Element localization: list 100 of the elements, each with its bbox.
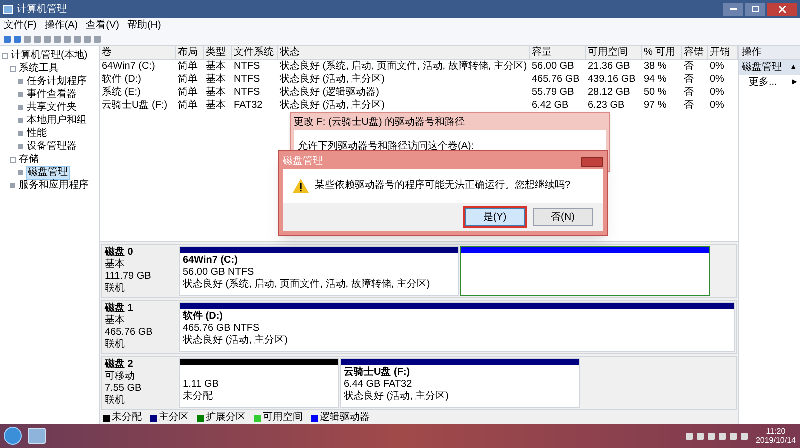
close-button[interactable]	[767, 2, 797, 16]
partition-status: 状态良好 (活动, 主分区)	[183, 335, 289, 347]
table-cell-text: 状态良好 (活动, 主分区)	[279, 99, 386, 112]
tree-item[interactable]: 磁盘管理	[26, 166, 70, 180]
table-cell-text: 软件 (D:)	[101, 73, 142, 86]
table-cell-text: 0%	[709, 73, 726, 86]
table-cell-text: 94 %	[643, 73, 668, 86]
tree-item[interactable]: 共享文件夹	[26, 102, 78, 114]
tree-item[interactable]: 存储	[18, 154, 40, 166]
node-icon	[18, 118, 23, 123]
table-cell-text: 基本	[205, 73, 227, 86]
legend-label: 逻辑驱动器	[320, 412, 370, 424]
column-header[interactable]: % 可用	[642, 46, 682, 59]
column-header[interactable]: 类型	[204, 46, 232, 59]
table-cell-text: 64Win7 (C:)	[101, 60, 156, 73]
menu-item[interactable]: 查看(V)	[86, 20, 120, 32]
legend-label: 可用空间	[263, 412, 303, 424]
partition-status: 状态良好 (系统, 启动, 页面文件, 活动, 故障转储, 主分区)	[183, 279, 432, 291]
table-cell-text: 简单	[177, 60, 199, 73]
dialog-title: 磁盘管理	[283, 156, 323, 168]
partition-status: 状态良好 (活动, 主分区)	[344, 391, 450, 403]
table-cell-text: 云骑士U盘 (F:)	[101, 99, 169, 112]
partition-block[interactable]: 云骑士U盘 (F:) 6.44 GB FAT32 状态良好 (活动, 主分区)	[340, 358, 580, 408]
table-cell-text: 基本	[205, 99, 227, 112]
dialog-button[interactable]: 是(Y)	[465, 208, 525, 226]
table-cell-text: NTFS	[233, 86, 262, 99]
legend-label: 主分区	[159, 412, 189, 424]
tree-item[interactable]: 系统工具	[18, 62, 60, 74]
clock-time: 11:20	[766, 427, 786, 436]
table-cell-text: 55.79 GB	[531, 86, 576, 99]
table-cell-text: 0%	[709, 60, 726, 73]
legend-label: 未分配	[112, 412, 142, 424]
maximize-button[interactable]	[745, 2, 765, 16]
table-cell-text: 系统 (E:)	[101, 86, 142, 99]
table-cell-text: 状态良好 (逻辑驱动器)	[279, 86, 380, 99]
table-cell-text: 简单	[177, 86, 199, 99]
partition-block[interactable]: 64Win7 (C:) 56.00 GB NTFS 状态良好 (系统, 启动, 页面文件, 活动, 故障转储, 主分区)	[179, 246, 459, 296]
tree-item[interactable]: 任务计划程序	[26, 76, 88, 88]
column-header[interactable]: 容错	[682, 46, 708, 59]
table-cell-text: 0%	[709, 86, 726, 99]
dialog-button[interactable]: 否(N)	[533, 208, 593, 226]
partition-block[interactable]: 软件 (D:) 465.76 GB NTFS 状态良好 (活动, 主分区)	[179, 302, 735, 352]
clock-date: 2019/10/14	[756, 436, 796, 445]
tree-item[interactable]: 事件查看器	[26, 88, 78, 100]
partition-block[interactable]: 1.11 GB 未分配	[179, 358, 339, 408]
minimize-button[interactable]	[723, 2, 743, 16]
menu-item[interactable]: 帮助(H)	[127, 20, 162, 32]
disk-type: 基本	[105, 315, 126, 327]
column-header[interactable]: 状态	[278, 46, 530, 59]
node-icon	[18, 92, 23, 97]
partition-size: 6.44 GB FAT32	[344, 379, 414, 390]
disk-status: 联机	[105, 283, 126, 295]
tree-item[interactable]: 计算机管理(本地)	[10, 50, 89, 62]
column-header[interactable]: 容量	[530, 46, 586, 59]
disk-name: 磁盘 2	[105, 359, 134, 371]
node-icon	[18, 105, 23, 110]
table-cell-text: 否	[683, 60, 695, 73]
partition-label: 64Win7 (C:)	[183, 255, 239, 267]
start-button[interactable]	[4, 427, 22, 445]
close-icon	[778, 6, 786, 12]
table-cell-text: 6.23 GB	[587, 99, 626, 112]
table-cell-text: 简单	[177, 99, 199, 112]
table-cell-text: FAT32	[233, 99, 264, 112]
column-header[interactable]: 文件系统	[232, 46, 278, 59]
node-icon	[18, 170, 23, 175]
menu-item[interactable]: 操作(A)	[44, 20, 78, 32]
column-header[interactable]: 可用空间	[586, 46, 642, 59]
table-cell-text: 21.36 GB	[587, 60, 632, 73]
tree-item[interactable]: 性能	[26, 128, 48, 140]
collapse-icon[interactable]	[10, 66, 16, 72]
node-icon	[18, 144, 23, 149]
table-cell-text: 97 %	[643, 99, 668, 112]
dialog-message: 某些依赖驱动器号的程序可能无法正确运行。您想继续吗?	[315, 180, 571, 192]
node-icon	[18, 131, 23, 136]
tree-item[interactable]: 设备管理器	[26, 140, 78, 152]
tree-item[interactable]: 本地用户和组	[26, 114, 88, 126]
table-cell-text: 否	[683, 99, 695, 112]
tree-item[interactable]: 服务和应用程序	[18, 180, 90, 192]
table-cell-text: 56.00 GB	[531, 60, 576, 73]
column-header[interactable]: 开销	[708, 46, 738, 59]
table-cell-text: 0%	[709, 99, 726, 112]
warning-icon	[293, 179, 309, 193]
menu-item[interactable]: 文件(F)	[4, 20, 37, 32]
partition-size: 56.00 GB NTFS	[183, 267, 256, 278]
column-header[interactable]: 卷	[100, 46, 176, 59]
table-cell-text: 38 %	[643, 60, 668, 73]
disk-name: 磁盘 1	[105, 303, 134, 314]
actions-header: 操作	[739, 46, 800, 60]
partition-block[interactable]	[460, 246, 710, 296]
partition-label: 云骑士U盘 (F:)	[344, 367, 412, 379]
table-cell-text: NTFS	[233, 73, 262, 86]
table-cell-text: 439.16 GB	[587, 73, 637, 86]
collapse-icon[interactable]	[10, 156, 16, 162]
node-icon	[18, 79, 23, 84]
column-header[interactable]: 布局	[176, 46, 204, 59]
table-cell-text: 28.12 GB	[587, 86, 632, 99]
disk-type: 可移动	[105, 371, 136, 383]
node-icon	[10, 183, 15, 188]
disk-size: 465.76 GB	[105, 327, 154, 338]
collapse-icon[interactable]	[2, 52, 8, 58]
